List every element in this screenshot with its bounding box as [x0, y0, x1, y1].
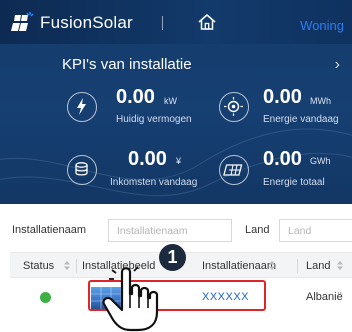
sort-icon[interactable] — [63, 260, 71, 271]
kpi-label: Energie vandaag — [263, 114, 339, 125]
column-separator — [297, 259, 298, 273]
coins-icon — [67, 155, 97, 185]
land-value: Albanië — [306, 291, 343, 303]
header-divider — [162, 16, 163, 30]
sort-icon[interactable] — [268, 260, 276, 271]
top-bar: FusionSolar Woning — [0, 0, 352, 44]
kpi-unit: MWh — [310, 96, 331, 106]
kpi-panel: KPI's van installatie › 0.00 kW Huidig v… — [0, 44, 352, 204]
kpi-unit: GWh — [310, 156, 331, 166]
land-input[interactable] — [279, 219, 352, 242]
column-header-land[interactable]: Land — [306, 260, 330, 272]
total-energy-icon — [219, 155, 249, 185]
woning-link[interactable]: Woning — [300, 18, 344, 33]
pointing-hand-icon — [102, 266, 159, 332]
brand-name: FusionSolar — [40, 13, 133, 32]
kpi-unit: ¥ — [176, 156, 182, 166]
land-label: Land — [245, 224, 270, 236]
column-header-status[interactable]: Status — [23, 260, 54, 272]
kpi-unit: kW — [164, 96, 177, 106]
chevron-right-icon[interactable]: › — [335, 56, 340, 74]
filter-bar: Installatienaam Land — [0, 216, 352, 246]
column-header-installation-name[interactable]: Installatienaam — [200, 260, 276, 272]
kpi-value: 0.00 — [116, 86, 155, 108]
kpi-label: Inkomsten vandaag — [110, 177, 198, 188]
fusionsolar-logo-icon — [11, 12, 34, 31]
sun-energy-icon — [219, 92, 249, 122]
sort-icon[interactable] — [336, 260, 344, 271]
kpi-title: KPI's van installatie — [62, 56, 192, 73]
kpi-value: 0.00 — [128, 148, 167, 170]
kpi-label: Huidig vermogen — [116, 114, 192, 125]
column-separator — [76, 259, 77, 273]
lightning-icon — [67, 92, 97, 122]
installation-name-label: Installatienaam — [12, 224, 86, 236]
home-icon[interactable] — [197, 12, 217, 32]
kpi-label: Energie totaal — [263, 177, 325, 188]
installation-name-input[interactable] — [108, 219, 232, 242]
status-online-dot — [40, 292, 51, 303]
kpi-value: 0.00 — [263, 148, 302, 170]
kpi-value: 0.00 — [263, 86, 302, 108]
